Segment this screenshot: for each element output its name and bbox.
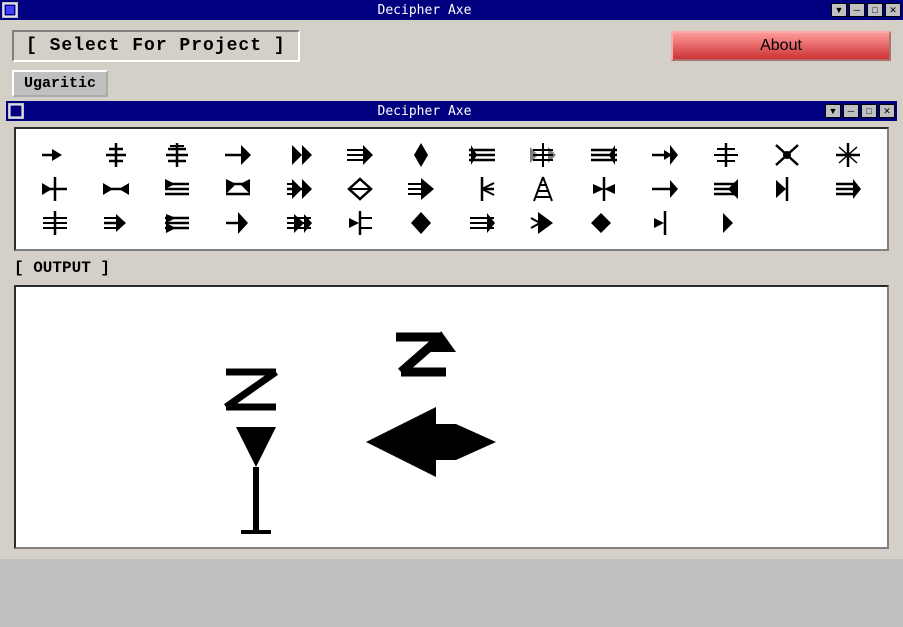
- symbol-cell[interactable]: [209, 173, 268, 205]
- symbol-cell[interactable]: [26, 207, 85, 239]
- dropdown-btn-2[interactable]: ▼: [825, 104, 841, 118]
- symbol-cell[interactable]: [270, 173, 329, 205]
- symbol-cell[interactable]: [331, 139, 390, 171]
- symbol-cell[interactable]: [87, 173, 146, 205]
- symbol-cell[interactable]: [513, 139, 572, 171]
- symbol-cell[interactable]: [757, 139, 816, 171]
- symbol-cell[interactable]: [87, 139, 146, 171]
- symbol-cell[interactable]: [209, 139, 268, 171]
- select-project-button[interactable]: [ Select For Project ]: [12, 30, 300, 62]
- symbol-cell[interactable]: [392, 139, 451, 171]
- symbol-cell[interactable]: [452, 139, 511, 171]
- title-bar-1: Decipher Axe ▼ ─ □ ✕: [0, 0, 903, 20]
- output-area: [14, 285, 889, 549]
- output-symbol-3: [366, 402, 496, 482]
- minimize-btn-2[interactable]: ─: [843, 104, 859, 118]
- symbol-cell[interactable]: [392, 207, 451, 239]
- symbol-cell[interactable]: [635, 139, 694, 171]
- symbol-cell[interactable]: [574, 207, 633, 239]
- top-bar: [ Select For Project ] About: [6, 26, 897, 66]
- symbol-cell[interactable]: [87, 207, 146, 239]
- dropdown-btn-1[interactable]: ▼: [831, 3, 847, 17]
- symbol-cell[interactable]: [452, 173, 511, 205]
- symbol-cell[interactable]: [331, 173, 390, 205]
- symbol-cell[interactable]: [574, 139, 633, 171]
- output-label: [ OUTPUT ]: [6, 255, 897, 281]
- ugaritic-button[interactable]: Ugaritic: [12, 70, 108, 97]
- symbol-cell[interactable]: [574, 173, 633, 205]
- maximize-btn-2[interactable]: □: [861, 104, 877, 118]
- symbol-cell[interactable]: [270, 139, 329, 171]
- symbol-cell[interactable]: [513, 207, 572, 239]
- close-btn-1[interactable]: ✕: [885, 3, 901, 17]
- symbol-cell[interactable]: [513, 173, 572, 205]
- symbol-cell[interactable]: [270, 207, 329, 239]
- symbol-cell[interactable]: [148, 207, 207, 239]
- symbol-cell[interactable]: [696, 207, 755, 239]
- app-icon-2: [8, 103, 24, 119]
- window-controls-2: ▼ ─ □ ✕: [825, 104, 897, 118]
- main-window: [ Select For Project ] About Ugaritic De…: [0, 20, 903, 559]
- symbol-cell[interactable]: [757, 173, 816, 205]
- output-symbols-container: [16, 287, 887, 547]
- symbol-cell[interactable]: [148, 139, 207, 171]
- title-bar-2: Decipher Axe ▼ ─ □ ✕: [6, 101, 897, 121]
- window-controls-1: ▼ ─ □ ✕: [831, 3, 903, 17]
- symbol-cell[interactable]: [696, 173, 755, 205]
- symbol-cell[interactable]: [635, 173, 694, 205]
- symbol-cell[interactable]: [452, 207, 511, 239]
- output-symbol-1: [216, 347, 316, 547]
- close-btn-2[interactable]: ✕: [879, 104, 895, 118]
- ugaritic-bar: Ugaritic: [6, 66, 897, 101]
- title-text-2: Decipher Axe: [24, 104, 825, 119]
- title-text-1: Decipher Axe: [18, 3, 831, 18]
- app-icon: [2, 2, 18, 18]
- symbol-cell[interactable]: [392, 173, 451, 205]
- symbol-cell[interactable]: [26, 173, 85, 205]
- about-button[interactable]: About: [671, 31, 891, 61]
- symbol-cell[interactable]: [818, 139, 877, 171]
- symbol-cell[interactable]: [331, 207, 390, 239]
- symbol-cell[interactable]: [209, 207, 268, 239]
- minimize-btn-1[interactable]: ─: [849, 3, 865, 17]
- symbol-grid: [14, 127, 889, 251]
- symbol-cell[interactable]: [148, 173, 207, 205]
- output-symbol-2: [386, 317, 476, 407]
- maximize-btn-1[interactable]: □: [867, 3, 883, 17]
- symbol-cell[interactable]: [696, 139, 755, 171]
- symbol-cell[interactable]: [26, 139, 85, 171]
- symbol-cell[interactable]: [635, 207, 694, 239]
- symbol-cell[interactable]: [818, 173, 877, 205]
